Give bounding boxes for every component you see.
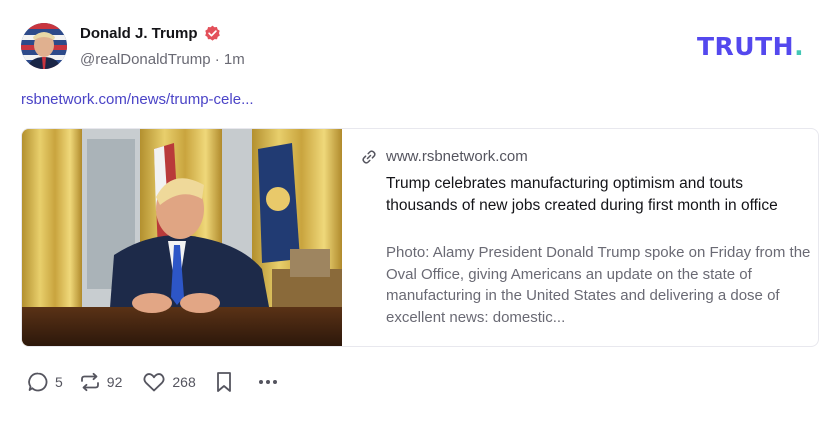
heart-icon (143, 373, 165, 392)
like-button[interactable]: 268 (142, 371, 196, 393)
post-actions: 5 92 268 (27, 371, 280, 393)
card-domain-row: www.rsbnetwork.com (361, 148, 528, 165)
avatar-image (21, 23, 67, 69)
author-name[interactable]: Donald J. Trump (80, 25, 221, 42)
truth-logo: TRUTH. (697, 32, 804, 61)
author-meta: @realDonaldTrump · 1m (80, 51, 245, 68)
reply-count: 5 (55, 374, 63, 390)
card-image (22, 129, 342, 346)
author-handle[interactable]: @realDonaldTrump (80, 51, 211, 68)
post-link[interactable]: rsbnetwork.com/news/trump-cele... (21, 91, 254, 108)
card-body: www.rsbnetwork.com Trump celebrates manu… (361, 129, 818, 346)
post-time[interactable]: 1m (224, 51, 245, 68)
bookmark-button[interactable] (214, 371, 234, 393)
link-preview-card[interactable]: www.rsbnetwork.com Trump celebrates manu… (21, 128, 819, 347)
retruth-button[interactable]: 92 (79, 371, 123, 393)
retruth-icon (80, 372, 99, 392)
card-description: Photo: Alamy President Donald Trump spok… (386, 244, 811, 326)
more-button[interactable] (256, 371, 280, 393)
like-count: 268 (172, 374, 196, 390)
brand-text: TRUTH (697, 32, 795, 61)
bookmark-icon (216, 372, 231, 392)
card-title: Trump celebrates manufacturing optimism … (386, 175, 778, 214)
retruth-count: 92 (106, 374, 123, 390)
more-icon (258, 380, 277, 384)
verified-badge-icon (204, 25, 220, 41)
reply-button[interactable]: 5 (27, 371, 63, 393)
meta-separator: · (214, 51, 220, 68)
reply-icon (28, 372, 48, 392)
brand-dot: . (794, 32, 805, 61)
author-avatar[interactable] (21, 23, 67, 69)
card-domain: www.rsbnetwork.com (386, 148, 528, 165)
link-icon (362, 149, 376, 164)
author-name-text: Donald J. Trump (80, 25, 198, 42)
